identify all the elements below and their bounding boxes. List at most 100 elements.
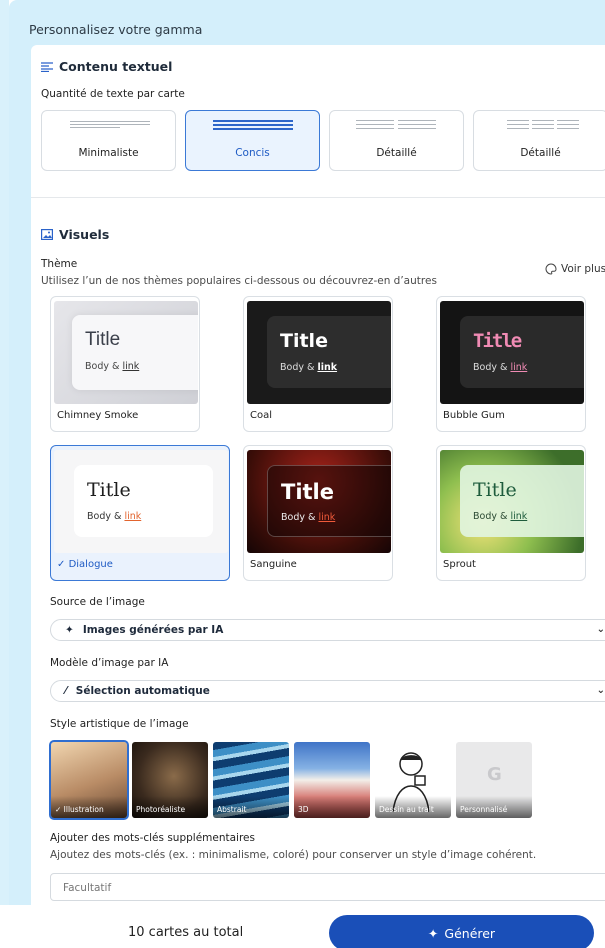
- settings-card: Contenu textuel Quantité de texte par ca…: [31, 45, 605, 905]
- style-label: Photoréaliste: [136, 805, 186, 814]
- theme-preview-card: Title Body & link: [460, 316, 584, 388]
- theme-name-selected: ✓ Dialogue: [57, 559, 113, 570]
- see-more-link[interactable]: Voir plus: [545, 263, 605, 275]
- style-option-personnalise[interactable]: G Personnalisé: [456, 742, 532, 818]
- theme-preview: Title Body & link: [247, 301, 391, 404]
- visuals-title: Visuels: [59, 227, 110, 242]
- chevron-down-icon: ⌄: [596, 685, 605, 696]
- theme-name: Bubble Gum: [443, 410, 505, 421]
- style-label: Personnalisé: [460, 805, 508, 814]
- theme-link-text: link: [510, 362, 528, 373]
- theme-link-text: link: [124, 511, 142, 522]
- theme-preview-card: Title Body & link: [72, 315, 198, 390]
- theme-name: Chimney Smoke: [57, 410, 139, 421]
- theme-body-sample: Body & link: [281, 512, 335, 523]
- theme-body-sample: Body & link: [473, 362, 527, 373]
- theme-body-text: Body &: [280, 362, 318, 373]
- chevron-down-icon: ⌄: [596, 624, 605, 635]
- quantity-option-minimaliste[interactable]: Minimaliste: [41, 110, 176, 171]
- style-option-3d[interactable]: 3D: [294, 742, 370, 818]
- theme-card-bubble-gum[interactable]: Title Body & link Bubble Gum: [436, 296, 586, 432]
- theme-preview-card: Title Body & link: [267, 465, 391, 537]
- keywords-input[interactable]: Facultatif: [50, 873, 605, 901]
- theme-card-dialogue[interactable]: Title Body & link ✓ Dialogue: [50, 445, 230, 581]
- lines-icon: [330, 119, 463, 131]
- cards-total: 10 cartes au total: [128, 925, 244, 940]
- text-section-heading: Contenu textuel: [41, 59, 172, 74]
- theme-preview-card: Title Body & link: [460, 465, 584, 537]
- theme-preview: Title Body & link: [440, 301, 584, 404]
- lines-icon: [474, 119, 605, 131]
- theme-preview: Title Body & link: [247, 450, 391, 553]
- theme-name-text: Dialogue: [68, 559, 113, 570]
- style-label: 3D: [298, 805, 309, 814]
- keywords-help: Ajoutez des mots-clés (ex. : minimalisme…: [50, 849, 537, 861]
- theme-body-text: Body &: [473, 511, 511, 522]
- theme-body-text: Body &: [85, 361, 123, 372]
- image-source-label: Source de l’image: [50, 596, 145, 608]
- theme-card-sanguine[interactable]: Title Body & link Sanguine: [243, 445, 393, 581]
- left-strip: [0, 0, 9, 948]
- style-option-dessin-au-trait[interactable]: Dessin au trait: [375, 742, 451, 818]
- theme-link-text: link: [510, 511, 528, 522]
- theme-title-sample: Title: [281, 480, 335, 504]
- theme-preview-card: Title Body & link: [267, 316, 391, 388]
- style-label: Dessin au trait: [379, 805, 434, 814]
- image-source-select[interactable]: ✦ Images générées par IA ⌄: [50, 619, 605, 641]
- theme-name: Coal: [250, 410, 273, 421]
- custom-style-icon: G: [487, 764, 502, 785]
- style-option-abstrait[interactable]: Abstrait: [213, 742, 289, 818]
- quantity-option-concis[interactable]: Concis: [185, 110, 320, 171]
- image-source-value: Images générées par IA: [82, 624, 224, 636]
- theme-card-sprout[interactable]: Title Body & link Sprout: [436, 445, 586, 581]
- theme-link-text: link: [317, 362, 338, 373]
- theme-body-sample: Body & link: [280, 362, 337, 373]
- theme-title-sample: Title: [473, 479, 517, 501]
- lines-icon: [42, 119, 175, 131]
- theme-body-sample: Body & link: [473, 511, 527, 522]
- art-style-label: Style artistique de l’image: [50, 718, 189, 730]
- style-label: ✓ Illustration: [55, 805, 104, 814]
- theme-preview-card: Title Body & link: [74, 465, 213, 537]
- theme-name: Sprout: [443, 559, 476, 570]
- sparkle-icon: ✦: [427, 925, 439, 941]
- image-model-label: Modèle d’image par IA: [50, 657, 169, 669]
- theme-label: Thème: [41, 258, 78, 270]
- quantity-option-detaille[interactable]: Détaillé: [329, 110, 464, 171]
- theme-card-coal[interactable]: Title Body & link Coal: [243, 296, 393, 432]
- see-more-label: Voir plus: [561, 263, 605, 275]
- theme-body-text: Body &: [281, 512, 319, 523]
- style-option-photorealiste[interactable]: Photoréaliste: [132, 742, 208, 818]
- theme-name: Sanguine: [250, 559, 297, 570]
- lines-icon: [186, 119, 319, 131]
- generate-label: Générer: [444, 925, 496, 941]
- theme-preview: Title Body & link: [54, 301, 198, 404]
- style-label: Abstrait: [217, 805, 247, 814]
- quantity-option-label: Détaillé: [520, 147, 561, 159]
- quantity-option-label: Minimaliste: [78, 147, 139, 159]
- theme-body-text: Body &: [473, 362, 511, 373]
- quantity-label: Quantité de texte par carte: [41, 88, 185, 100]
- check-icon: ✓: [57, 559, 69, 570]
- divider: [31, 197, 605, 198]
- theme-link-text: link: [318, 512, 336, 523]
- style-name: Illustration: [63, 805, 104, 814]
- text-section-title: Contenu textuel: [59, 59, 173, 74]
- theme-body-sample: Body & link: [87, 511, 141, 522]
- quantity-option-label: Détaillé: [376, 147, 417, 159]
- theme-card-chimney-smoke[interactable]: Title Body & link Chimney Smoke: [50, 296, 200, 432]
- image-icon: [41, 229, 53, 240]
- quantity-option-detaille-2[interactable]: Détaillé: [473, 110, 605, 171]
- text-lines-icon: [41, 61, 53, 72]
- image-model-select[interactable]: ⁄ Sélection automatique ⌄: [50, 680, 605, 702]
- generate-button[interactable]: ✦ Générer: [329, 915, 594, 948]
- magic-wand-icon: ⁄: [65, 685, 67, 697]
- theme-preview: Title Body & link: [440, 450, 584, 553]
- quantity-option-label: Concis: [235, 147, 270, 159]
- customize-panel: Personnalisez votre gamma Contenu textue…: [9, 0, 605, 905]
- style-option-illustration[interactable]: ✓ Illustration: [49, 740, 129, 820]
- theme-preview: Title Body & link: [54, 450, 228, 553]
- theme-link-text: link: [122, 361, 140, 372]
- theme-title-sample: Title: [85, 329, 121, 350]
- theme-title-sample: Title: [280, 330, 328, 352]
